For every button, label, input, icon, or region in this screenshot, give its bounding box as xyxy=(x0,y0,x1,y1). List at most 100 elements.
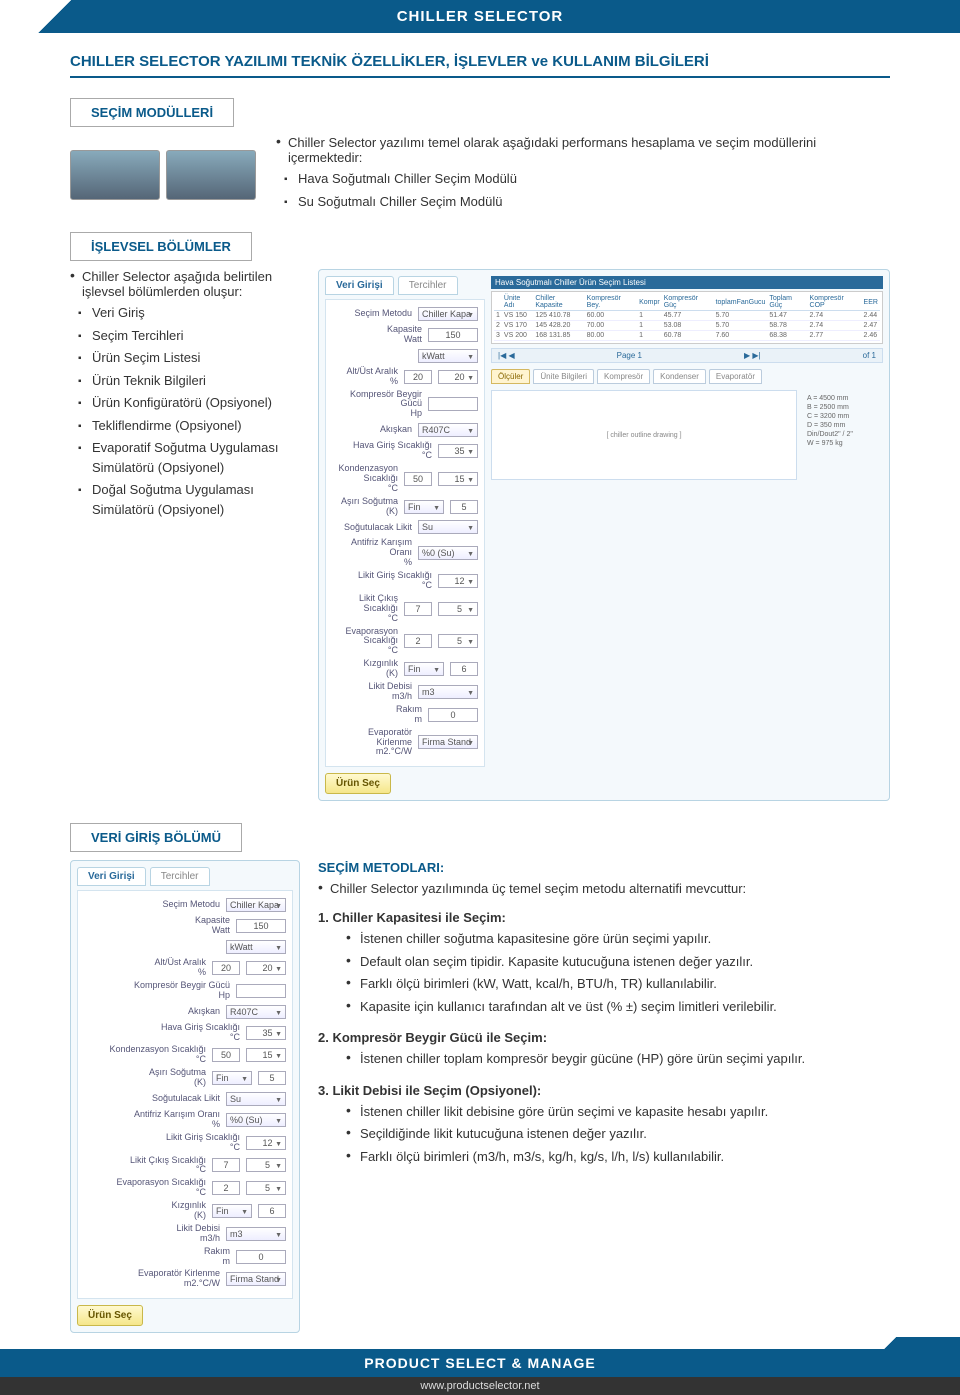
form-select[interactable]: R407C xyxy=(226,1005,286,1019)
table-cell: 1 xyxy=(637,321,662,331)
form-select[interactable]: R407C xyxy=(418,423,478,437)
form-input[interactable]: 5 xyxy=(450,500,478,514)
form-input[interactable]: 2 xyxy=(212,1181,240,1195)
form-mini-select[interactable]: 12 xyxy=(246,1136,286,1150)
footer-title: PRODUCT SELECT & MANAGE xyxy=(0,1349,960,1377)
table-row[interactable]: 3VS 200168 131.8580.00160.787.6068.382.7… xyxy=(494,331,880,341)
functional-item: Seçim Tercihleri xyxy=(70,326,300,346)
modules-intro: Chiller Selector yazılımı temel olarak a… xyxy=(276,135,890,165)
footer-url: www.productselector.net xyxy=(0,1377,960,1395)
form-input[interactable]: 20 xyxy=(212,961,240,975)
form-mini-select[interactable]: 5 xyxy=(246,1181,286,1195)
form-mini-select[interactable]: 15 xyxy=(246,1048,286,1062)
functional-item: Doğal Soğutma Uygulaması Simülatörü (Ops… xyxy=(70,480,300,519)
form-input[interactable]: 150 xyxy=(428,328,478,342)
table-cell: 2.74 xyxy=(808,311,862,321)
form-label: Soğutulacak Likit xyxy=(84,1094,220,1104)
tab-tercihler[interactable]: Tercihler xyxy=(150,867,210,886)
form-input[interactable]: 2 xyxy=(404,634,432,648)
form-label: Akışkan xyxy=(84,1007,220,1017)
urun-sec-button[interactable]: Ürün Seç xyxy=(77,1305,143,1326)
chiller-thumbnails xyxy=(70,150,256,200)
form-select[interactable]: m3 xyxy=(418,685,478,699)
form-select[interactable]: Su xyxy=(226,1092,286,1106)
tab-veri-girisi[interactable]: Veri Girişi xyxy=(77,867,146,886)
table-cell: 5.70 xyxy=(714,321,768,331)
page-subtitle: CHILLER SELECTOR YAZILIMI TEKNİK ÖZELLİK… xyxy=(70,53,890,78)
method-1-item: Default olan seçim tipidir. Kapasite kut… xyxy=(346,952,890,972)
form-input[interactable] xyxy=(428,397,478,411)
form-label: Akışkan xyxy=(332,425,412,435)
spec-line: W = 975 kg xyxy=(807,439,879,448)
page-title-bar: CHILLER SELECTOR xyxy=(0,0,960,33)
form-select[interactable]: kWatt xyxy=(226,940,286,954)
form-mini-select[interactable]: 35 xyxy=(246,1026,286,1040)
form-label: Evaporatör Kirlenmem2.°C/W xyxy=(84,1269,220,1289)
table-header: Kompr xyxy=(637,294,662,311)
form-input[interactable]: 20 xyxy=(404,370,432,384)
table-cell: 2.77 xyxy=(808,331,862,341)
form-mini-select[interactable]: 15 xyxy=(438,472,478,486)
form-select[interactable]: m3 xyxy=(226,1227,286,1241)
result-tab[interactable]: Kondenser xyxy=(653,369,706,384)
result-tab[interactable]: Ölçüler xyxy=(491,369,530,384)
result-tab[interactable]: Ünite Bilgileri xyxy=(533,369,594,384)
form-mini-select[interactable]: 12 xyxy=(438,574,478,588)
form-input[interactable]: 7 xyxy=(212,1158,240,1172)
form-select[interactable]: %0 (Su) xyxy=(226,1113,286,1127)
form-mini-select[interactable]: 5 xyxy=(438,602,478,616)
form-mini-select[interactable]: 20 xyxy=(438,370,478,384)
tab-veri-girisi[interactable]: Veri Girişi xyxy=(325,276,394,295)
form-select[interactable]: Fin xyxy=(404,500,444,514)
form-select[interactable]: Fin xyxy=(212,1071,252,1085)
form-input[interactable]: 6 xyxy=(258,1204,286,1218)
result-pager[interactable]: |◀ ◀ Page 1 ▶ ▶| of 1 xyxy=(491,348,883,363)
table-cell: 60.00 xyxy=(585,311,637,321)
form-input[interactable]: 50 xyxy=(404,472,432,486)
pager-nav[interactable]: |◀ ◀ xyxy=(498,351,515,360)
form-label: Hava Giriş Sıcaklığı°C xyxy=(332,441,432,461)
form-select[interactable]: Su xyxy=(418,520,478,534)
tab-tercihler[interactable]: Tercihler xyxy=(398,276,458,295)
form-select[interactable]: Fin xyxy=(212,1204,252,1218)
table-cell: 68.38 xyxy=(767,331,807,341)
form-mini-select[interactable]: 35 xyxy=(438,444,478,458)
result-tab[interactable]: Evaporatör xyxy=(709,369,762,384)
form-select[interactable]: Fin xyxy=(404,662,444,676)
form-input[interactable]: 0 xyxy=(236,1250,286,1264)
form-mini-select[interactable]: 5 xyxy=(246,1158,286,1172)
form-input[interactable]: 6 xyxy=(450,662,478,676)
result-list-header: Hava Soğutmalı Chiller Ürün Seçim Listes… xyxy=(491,276,883,289)
form-input[interactable]: 50 xyxy=(212,1048,240,1062)
form-select[interactable]: Chiller Kapa xyxy=(418,307,478,321)
form-input[interactable]: 0 xyxy=(428,708,478,722)
form-label: Rakımm xyxy=(84,1247,230,1267)
table-cell: 168 131.85 xyxy=(533,331,584,341)
form-select[interactable]: Firma Stand xyxy=(226,1272,286,1286)
result-tab[interactable]: Kompresör xyxy=(597,369,650,384)
form-input[interactable] xyxy=(236,984,286,998)
form-label: Hava Giriş Sıcaklığı°C xyxy=(84,1023,240,1043)
table-cell: 60.78 xyxy=(662,331,714,341)
form-label: Soğutulacak Likit xyxy=(332,523,412,533)
pager-nav[interactable]: ▶ ▶| xyxy=(744,351,761,360)
table-row[interactable]: 2VS 170145 428.2070.00153.085.7058.782.7… xyxy=(494,321,880,331)
functional-item: Ürün Seçim Listesi xyxy=(70,348,300,368)
form-select[interactable]: %0 (Su) xyxy=(418,546,478,560)
form-input[interactable]: 5 xyxy=(258,1071,286,1085)
table-cell: 51.47 xyxy=(767,311,807,321)
form-mini-select[interactable]: 20 xyxy=(246,961,286,975)
form-mini-select[interactable]: 5 xyxy=(438,634,478,648)
urun-sec-button[interactable]: Ürün Seç xyxy=(325,773,391,794)
table-header: Ünite Adı xyxy=(502,294,533,311)
form-select[interactable]: kWatt xyxy=(418,349,478,363)
table-row[interactable]: 1VS 150125 410.7860.00145.775.7051.472.7… xyxy=(494,311,880,321)
form-label: Rakımm xyxy=(332,705,422,725)
method-1-item: Farklı ölçü birimleri (kW, Watt, kcal/h,… xyxy=(346,974,890,994)
chiller-image-water xyxy=(166,150,256,200)
form-input[interactable]: 150 xyxy=(236,919,286,933)
form-label: Evaporasyon Sıcaklığı°C xyxy=(84,1178,206,1198)
form-select[interactable]: Chiller Kapa xyxy=(226,898,286,912)
form-input[interactable]: 7 xyxy=(404,602,432,616)
form-select[interactable]: Firma Stand xyxy=(418,735,478,749)
